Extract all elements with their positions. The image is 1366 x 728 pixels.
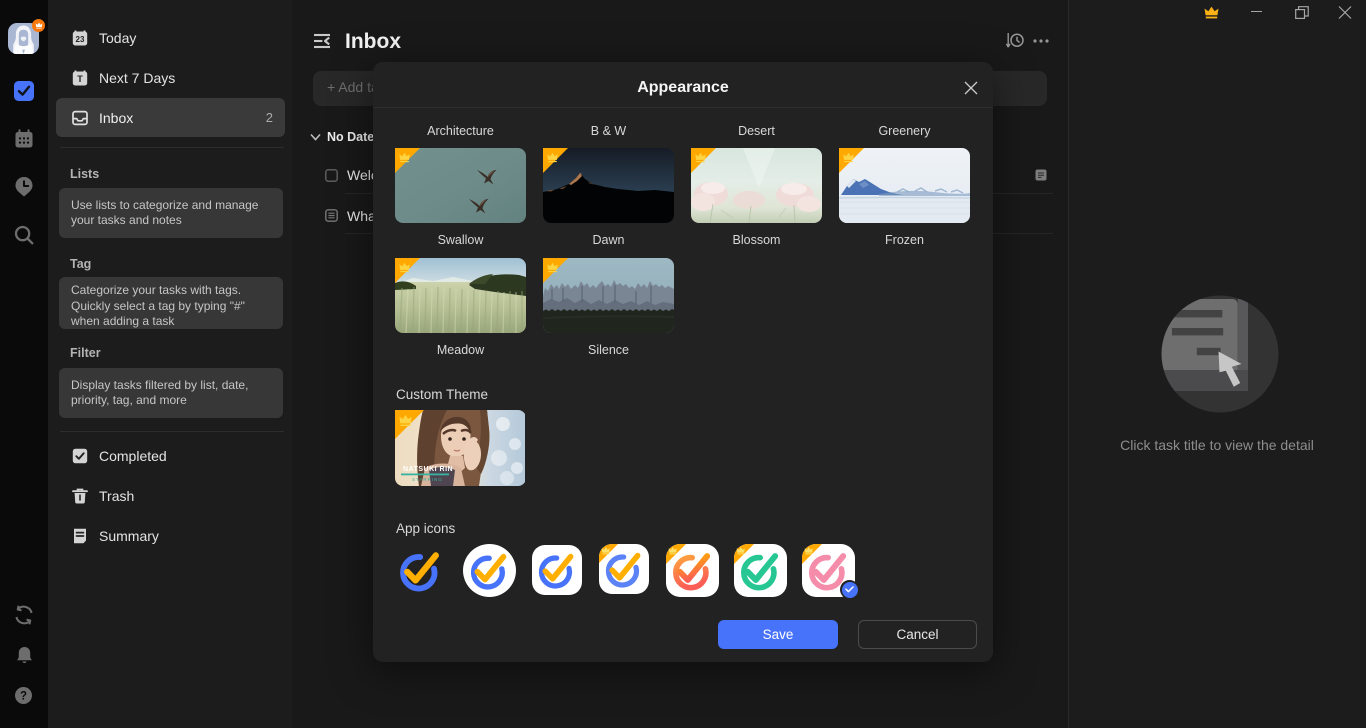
svg-text:STARRING: STARRING (412, 477, 443, 482)
svg-text:T: T (77, 74, 83, 84)
svg-text:NATSUKI RIN: NATSUKI RIN (403, 466, 453, 473)
svg-text:?: ? (20, 690, 27, 702)
svg-text:23: 23 (76, 35, 85, 44)
